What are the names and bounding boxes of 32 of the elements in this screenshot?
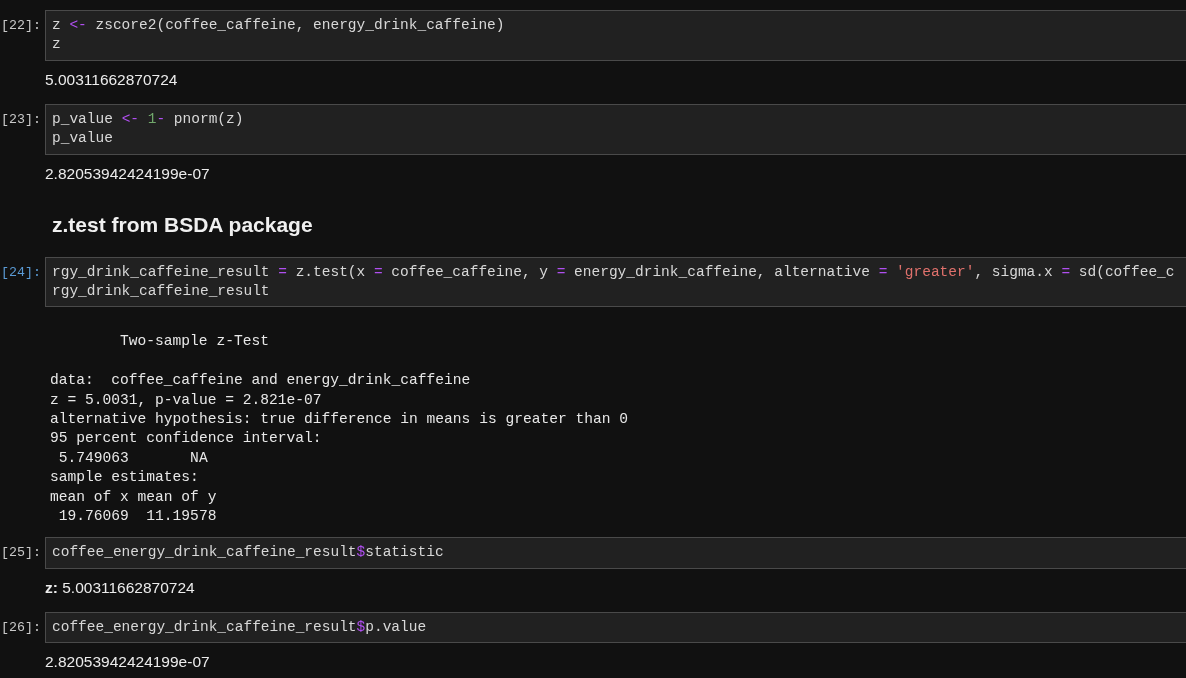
code-editor[interactable]: rgy_drink_caffeine_result = z.test(x = coffee_caffeine, y = energy_drink_caffeine, alternative = 'greater', sigma.x = sd(coffee_c rgy_drink_caffeine_result [45, 256, 1186, 308]
execution-count: [24]: [1, 263, 41, 282]
code-line: coffee_energy_drink_caffeine_result$p.value [52, 617, 427, 637]
output-line: 95 percent confidence interval: [50, 429, 322, 449]
output-text: z: 5.00311662870724 [45, 578, 195, 596]
output-line: z = 5.0031, p-value = 2.821e-07 [50, 390, 322, 410]
output-line: sample estimates: [50, 468, 199, 488]
code-line: p_value [52, 129, 113, 149]
markdown-heading: z.test from BSDA package [52, 211, 313, 238]
output-line: data: coffee_caffeine and energy_drink_caffeine [50, 371, 471, 391]
code-editor[interactable]: z <- zscore2(coffee_caffeine, energy_drink_caffeine) z [45, 10, 1186, 61]
code-line: z [52, 35, 61, 55]
execution-count: [25]: [1, 544, 41, 563]
output-title: Two-sample z-Test [120, 333, 269, 350]
code-line: rgy_drink_caffeine_result = z.test(x = coffee_caffeine, y = energy_drink_caffeine, alternative = 'greater', sigma.x = sd(coffee_c [52, 262, 1175, 282]
output-line: alternative hypothesis: true difference in means is greater than 0 [50, 410, 628, 430]
output-line: 5.749063 NA [57, 448, 208, 468]
code-line: p_value <- 1- pnorm(z) [52, 109, 244, 129]
output-line: mean of x mean of y [50, 487, 217, 507]
execution-count: [26]: [1, 618, 41, 637]
code-line: rgy_drink_caffeine_result [52, 282, 270, 302]
code-editor[interactable]: coffee_energy_drink_caffeine_result$p.value [45, 611, 1186, 644]
code-line: z <- zscore2(coffee_caffeine, energy_drink_caffeine) [52, 16, 505, 35]
code-editor[interactable]: coffee_energy_drink_caffeine_result$statistic [45, 537, 1186, 569]
execution-count: [22]: [1, 17, 41, 35]
code-editor[interactable]: p_value <- 1- pnorm(z) p_value [45, 103, 1186, 155]
output-text: 2.82053942424199e-07 [45, 164, 210, 182]
output-text: 5.00311662870724 [45, 70, 178, 88]
code-line: coffee_energy_drink_caffeine_result$statistic [52, 543, 444, 563]
output-line: 19.76069 11.19578 [57, 507, 217, 527]
execution-count: [23]: [1, 110, 41, 129]
output-text: 2.82053942424199e-07 [45, 653, 210, 671]
